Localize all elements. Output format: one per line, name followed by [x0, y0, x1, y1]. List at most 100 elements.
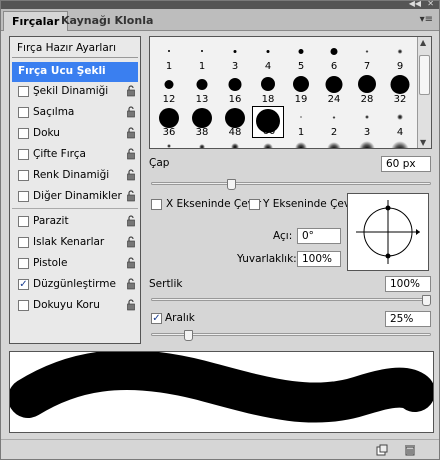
panel-menu-icon[interactable]: ▾≡ [420, 14, 433, 25]
option-item[interactable]: Dokuyu Koru [12, 296, 138, 316]
brush-tip-shape [365, 49, 369, 53]
brush-tip[interactable]: 28 [351, 73, 383, 105]
brush-tip[interactable]: 2 [318, 106, 350, 138]
lock-icon[interactable] [126, 106, 136, 118]
new-preset-icon[interactable] [376, 444, 388, 456]
option-item[interactable]: Pistole [12, 254, 138, 274]
close-icon[interactable]: ✕ [427, 0, 434, 8]
flip-y-checkbox[interactable] [249, 199, 260, 210]
option-checkbox[interactable] [18, 149, 29, 160]
trash-icon[interactable] [404, 444, 416, 456]
brush-tip[interactable] [153, 139, 185, 148]
angle-label: Açı: [273, 230, 293, 242]
option-item[interactable]: Parazit [12, 212, 138, 232]
option-item[interactable]: Islak Kenarlar [12, 233, 138, 253]
spacing-checkbox[interactable]: ✓ [151, 313, 162, 324]
brush-tip[interactable]: 3 [351, 106, 383, 138]
option-checkbox[interactable] [18, 86, 29, 97]
brush-tip[interactable] [318, 139, 350, 148]
angle-crosshair-icon[interactable] [348, 194, 428, 270]
brush-tip[interactable]: 24 [318, 73, 350, 105]
option-checkbox[interactable] [18, 300, 29, 311]
scroll-thumb[interactable] [419, 55, 430, 95]
brush-tip-size: 28 [360, 94, 374, 105]
brush-tip[interactable] [285, 139, 317, 148]
brush-tip[interactable] [219, 139, 251, 148]
brush-presets-button[interactable]: Fırça Hazır Ayarları [12, 40, 138, 58]
lock-icon[interactable] [126, 278, 136, 290]
angle-roundness-widget[interactable] [347, 193, 429, 271]
brush-tip[interactable] [384, 139, 416, 148]
tip-grid-scrollbar[interactable]: ▲ ▼ [417, 37, 431, 148]
option-item[interactable]: Çifte Fırça [12, 145, 138, 165]
brush-tip[interactable]: 60 [252, 106, 284, 138]
lock-icon[interactable] [126, 299, 136, 311]
option-item[interactable]: Doku [12, 124, 138, 144]
tab-clone-source[interactable]: Kaynağı Klonla [53, 11, 161, 31]
spacing-slider-thumb[interactable] [183, 330, 193, 341]
option-label: Doku [33, 127, 60, 139]
option-checkbox[interactable] [18, 216, 29, 227]
brush-tip[interactable]: 9 [384, 40, 416, 72]
brush-tip[interactable] [252, 139, 284, 148]
brush-tip[interactable]: 36 [153, 106, 185, 138]
brush-tip[interactable]: 4 [384, 106, 416, 138]
brush-tip[interactable]: 38 [186, 106, 218, 138]
brush-tip[interactable]: 32 [384, 73, 416, 105]
lock-icon[interactable] [126, 236, 136, 248]
brush-tip[interactable]: 18 [252, 73, 284, 105]
brush-tip[interactable]: 16 [219, 73, 251, 105]
scroll-down-icon[interactable]: ▼ [420, 138, 426, 147]
brush-tip[interactable]: 1 [186, 40, 218, 72]
brush-tip[interactable]: 19 [285, 73, 317, 105]
option-item[interactable]: ✓ Düzgünleştirme [12, 275, 138, 295]
brush-tip[interactable]: 6 [318, 40, 350, 72]
option-item[interactable]: Saçılma [12, 103, 138, 123]
brush-tip[interactable]: 1 [285, 106, 317, 138]
lock-icon[interactable] [126, 148, 136, 160]
diameter-slider[interactable] [151, 182, 431, 185]
flip-x-checkbox[interactable] [151, 199, 162, 210]
lock-icon[interactable] [126, 85, 136, 97]
option-item[interactable]: Fırça Ucu Şekli [12, 62, 138, 82]
roundness-field[interactable]: 100% [297, 251, 341, 267]
lock-icon[interactable] [126, 190, 136, 202]
brush-tip[interactable] [186, 139, 218, 148]
option-checkbox[interactable] [18, 191, 29, 202]
option-checkbox[interactable] [18, 237, 29, 248]
lock-icon[interactable] [126, 169, 136, 181]
option-item[interactable]: Renk Dinamiği [12, 166, 138, 186]
hardness-slider-thumb[interactable] [422, 295, 431, 306]
roundness-label: Yuvarlaklık: [237, 253, 297, 265]
brush-tip[interactable]: 12 [153, 73, 185, 105]
option-checkbox[interactable]: ✓ [18, 279, 29, 290]
option-checkbox[interactable] [18, 107, 29, 118]
option-item[interactable]: Şekil Dinamiği [12, 82, 138, 102]
angle-field[interactable]: 0° [297, 228, 341, 244]
brush-tip[interactable]: 13 [186, 73, 218, 105]
option-item[interactable]: Diğer Dinamikler [12, 187, 138, 207]
collapse-icon[interactable]: ◀◀ [409, 0, 421, 8]
brush-tip[interactable] [351, 139, 383, 148]
diameter-slider-thumb[interactable] [226, 179, 236, 190]
diameter-field[interactable]: 60 px [381, 156, 431, 172]
option-checkbox[interactable] [18, 258, 29, 269]
option-checkbox[interactable] [18, 170, 29, 181]
brush-tip[interactable]: 48 [219, 106, 251, 138]
brush-tip[interactable]: 7 [351, 40, 383, 72]
spacing-field[interactable]: 25% [385, 311, 431, 327]
lock-icon[interactable] [126, 215, 136, 227]
spacing-slider[interactable] [151, 333, 431, 336]
scroll-up-icon[interactable]: ▲ [420, 38, 426, 47]
option-checkbox[interactable] [18, 128, 29, 139]
option-label: Diğer Dinamikler [33, 190, 122, 202]
hardness-field[interactable]: 100% [385, 276, 431, 292]
flip-y-label: Y Ekseninde Çevir [263, 198, 358, 210]
brush-tip[interactable]: 5 [285, 40, 317, 72]
brush-tip[interactable]: 1 [153, 40, 185, 72]
lock-icon[interactable] [126, 257, 136, 269]
brush-tip[interactable]: 4 [252, 40, 284, 72]
lock-icon[interactable] [126, 127, 136, 139]
brush-tip[interactable]: 3 [219, 40, 251, 72]
hardness-slider[interactable] [151, 298, 431, 301]
